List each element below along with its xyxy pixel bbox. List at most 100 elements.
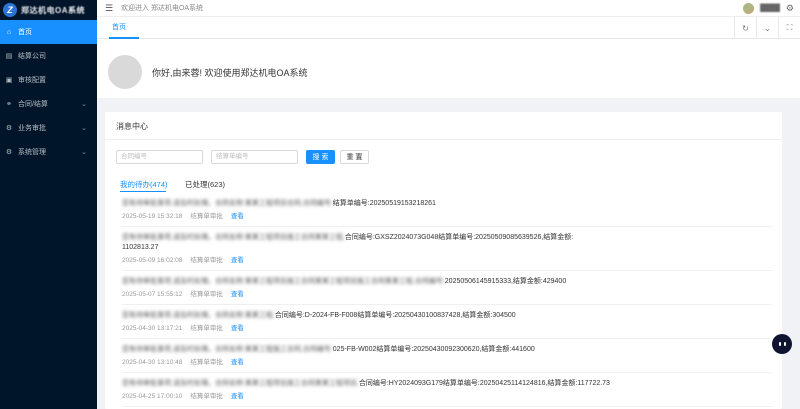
sidebar-item-label: 系统管理	[18, 149, 46, 156]
message-date: 2025-04-30 13:10:48	[122, 359, 183, 366]
message-body-cont: D-2024-FB-F008结算单编号:20250430100837428,结算…	[304, 312, 516, 319]
tab-processed[interactable]: 已处理(623)	[185, 179, 225, 190]
list-item: 您有待审批事项,请及时处理。合同名称:某某工程项目施工合同某某工程项目施工合同某…	[122, 277, 772, 305]
greeting-text: 你好,由来蓉! 欢迎使用郑达机电OA系统	[152, 68, 308, 78]
redacted-text: 您有待审批事项,请及时处理。合同名称:某某工程项目合同,合同编号:	[122, 200, 333, 207]
sidebar-item-label: 合同/结算	[18, 101, 48, 108]
message-meta: 2025-05-09 16:02:08 结算单审批 查看	[122, 256, 772, 270]
settlement-number-input[interactable]: 结算单编号	[211, 150, 298, 164]
top-bar: ☰ 欢迎进入 郑达机电OA系统 ████ ⚙	[97, 0, 800, 17]
message-type: 结算单审批	[190, 213, 223, 220]
sidebar-item[interactable]: ▣ 审核配置	[0, 68, 97, 92]
fullscreen-icon[interactable]: ⛶	[778, 17, 800, 39]
sidebar-item[interactable]: ▤ 结算公司	[0, 44, 97, 68]
message-amount: 1102813.27	[122, 244, 159, 251]
building-icon: ▤	[5, 53, 13, 60]
subtab-active-indicator	[120, 191, 166, 192]
sidebar-item-label: 审核配置	[18, 77, 46, 84]
message-date: 2025-05-07 15:55:12	[122, 291, 183, 298]
message-type: 结算单审批	[190, 325, 223, 332]
menu-toggle-icon[interactable]: ☰	[105, 3, 113, 14]
message-list: 您有待审批事项,请及时处理。合同名称:某某工程项目合同,合同编号:结算单编号:2…	[122, 199, 772, 409]
sidebar: Z 郑达机电OA系统 ⌂ 首页 ▤ 结算公司 ▣ 审核配置 ⚭ 合同/结算 ⌄ ⚙ 业务审批 ⌄ ⚙ 系统…	[0, 0, 97, 409]
redacted-text: 您有待审批事项,请及时处理。合同名称:某某工程项目施工合同某某工程,	[122, 234, 345, 241]
list-item: 您有待审批事项,请及时处理。合同名称:某某工程项目施工合同某某工程,合同编号:G…	[122, 233, 772, 271]
tabs-bar: 首页 ↻ ⌄ ⛶	[97, 17, 800, 39]
message-meta: 2025-04-25 17:00:10 结算单审批 查看	[122, 392, 772, 406]
message-meta: 2025-04-30 13:10:48 结算单审批 查看	[122, 358, 772, 372]
message-center-title: 消息中心	[116, 122, 148, 131]
message-meta: 2025-05-19 15:32:18 结算单审批 查看	[122, 212, 772, 226]
redacted-text: 您有待审批事项,请及时处理。合同名称:某某工程项目施工合同某某工程项目,	[122, 380, 359, 387]
list-item: 您有待审批事项,请及时处理。合同名称:某某工程,合同编号:D-2024-FB-F…	[122, 311, 772, 339]
message-type: 结算单审批	[190, 359, 223, 366]
message-date: 2025-05-19 15:32:18	[122, 213, 183, 220]
message-text: 您有待审批事项,请及时处理。合同名称:某某工程项目施工合同某某工程项目施工合同某…	[122, 277, 772, 287]
system-icon: ⚙	[5, 149, 13, 156]
user-avatar[interactable]	[743, 3, 755, 14]
view-link[interactable]: 查看	[231, 213, 244, 220]
sidebar-item-label: 业务审批	[18, 125, 46, 132]
message-meta: 2025-05-07 15:55:12 结算单审批 查看	[122, 290, 772, 304]
list-item: 您有待审批事项,请及时处理。合同名称:某某工程项目合同,合同编号:结算单编号:2…	[122, 199, 772, 227]
list-item: 您有待审批事项,请及时处理。合同名称:某某工程项目施工合同某某工程项目,合同编号…	[122, 379, 772, 407]
username[interactable]: ████	[760, 5, 780, 12]
chevron-down-icon: ⌄	[81, 125, 87, 132]
message-center: 消息中心 合同编号 结算单编号 搜 索 重 置 我的待办(474) 已处理(62…	[105, 112, 782, 409]
tab-my-todo[interactable]: 我的待办(474)	[120, 179, 168, 190]
message-type: 结算单审批	[190, 257, 223, 264]
sidebar-item-label: 结算公司	[18, 53, 46, 60]
tab-home[interactable]: 首页	[112, 22, 126, 32]
message-body: 合同编号:HY2024093G179结算单编号:2025042511412481…	[358, 380, 610, 387]
sidebar-item[interactable]: ⚭ 合同/结算 ⌄	[0, 92, 97, 116]
logo-text: 郑达机电OA系统	[21, 5, 85, 15]
message-date: 2025-05-09 16:02:08	[122, 257, 183, 264]
approval-icon: ⚙	[5, 125, 13, 132]
welcome-panel: 你好,由来蓉! 欢迎使用郑达机电OA系统	[97, 39, 800, 98]
message-body: 合同编号:GXSZ2024073G048结算单编号:20250509085639…	[344, 234, 574, 241]
redacted-text: 您有待审批事项,请及时处理。合同名称:某某工程施工合同,合同编号:	[122, 346, 333, 353]
reset-button[interactable]: 重 置	[340, 150, 369, 164]
sidebar-item-label: 首页	[18, 29, 32, 36]
logo-icon: Z	[3, 3, 17, 17]
view-link[interactable]: 查看	[231, 291, 244, 298]
redacted-text: 您有待审批事项,请及时处理。合同名称:某某工程,	[122, 312, 275, 319]
view-link[interactable]: 查看	[231, 257, 244, 264]
home-icon: ⌂	[6, 28, 12, 36]
message-text: 您有待审批事项,请及时处理。合同名称:某某工程,合同编号:D-2024-FB-F…	[122, 311, 772, 321]
redacted-text: 您有待审批事项,请及时处理。合同名称:某某工程项目施工合同某某工程项目施工合同某…	[122, 278, 445, 285]
sidebar-item[interactable]: ⚙ 系统管理 ⌄	[0, 140, 97, 164]
search-button[interactable]: 搜 索	[306, 150, 335, 164]
message-body: 合同编号:	[274, 312, 305, 319]
message-type: 结算单审批	[190, 393, 223, 400]
chevron-down-icon[interactable]: ⌄	[756, 17, 778, 39]
sidebar-menu: ⌂ 首页 ▤ 结算公司 ▣ 审核配置 ⚭ 合同/结算 ⌄ ⚙ 业务审批 ⌄ ⚙ 系统管理 ⌄	[0, 20, 97, 164]
message-text: 您有待审批事项,请及时处理。合同名称:某某工程项目施工合同某某工程,合同编号:G…	[122, 233, 772, 243]
welcome-text: 欢迎进入 郑达机电OA系统	[121, 5, 204, 12]
chevron-down-icon: ⌄	[81, 149, 87, 156]
app-logo: Z 郑达机电OA系统	[0, 0, 97, 20]
chevron-down-icon: ⌄	[81, 101, 87, 108]
contract-icon: ⚭	[6, 101, 12, 108]
message-date: 2025-04-25 17:00:10	[122, 393, 183, 400]
contract-number-input[interactable]: 合同编号	[116, 150, 203, 164]
sidebar-item[interactable]: ⌂ 首页	[0, 20, 97, 44]
message-date: 2025-04-30 13:17:21	[122, 325, 183, 332]
sidebar-item[interactable]: ⚙ 业务审批 ⌄	[0, 116, 97, 140]
list-item: 您有待审批事项,请及时处理。合同名称:某某工程施工合同,合同编号:025-FB-…	[122, 345, 772, 373]
settings-gear-icon[interactable]: ⚙	[786, 3, 794, 14]
message-body: 结算单编号:20250519153218261	[332, 200, 436, 207]
message-type: 结算单审批	[190, 291, 223, 298]
message-text: 您有待审批事项,请及时处理。合同名称:某某工程项目合同,合同编号:结算单编号:2…	[122, 199, 772, 209]
profile-avatar	[108, 55, 142, 89]
message-body: 20250506145915333,结算金额:429400	[444, 278, 567, 285]
view-link[interactable]: 查看	[231, 359, 244, 366]
view-link[interactable]: 查看	[231, 325, 244, 332]
message-meta: 2025-04-30 13:17:21 结算单审批 查看	[122, 324, 772, 338]
view-link[interactable]: 查看	[231, 393, 244, 400]
message-text: 您有待审批事项,请及时处理。合同名称:某某工程施工合同,合同编号:025-FB-…	[122, 345, 772, 355]
refresh-icon[interactable]: ↻	[734, 17, 756, 39]
message-body: 025-FB-W002结算单编号:20250430092300620,结算金额:…	[332, 346, 535, 353]
assistant-bot-icon[interactable]	[772, 334, 792, 354]
divider	[105, 139, 782, 140]
